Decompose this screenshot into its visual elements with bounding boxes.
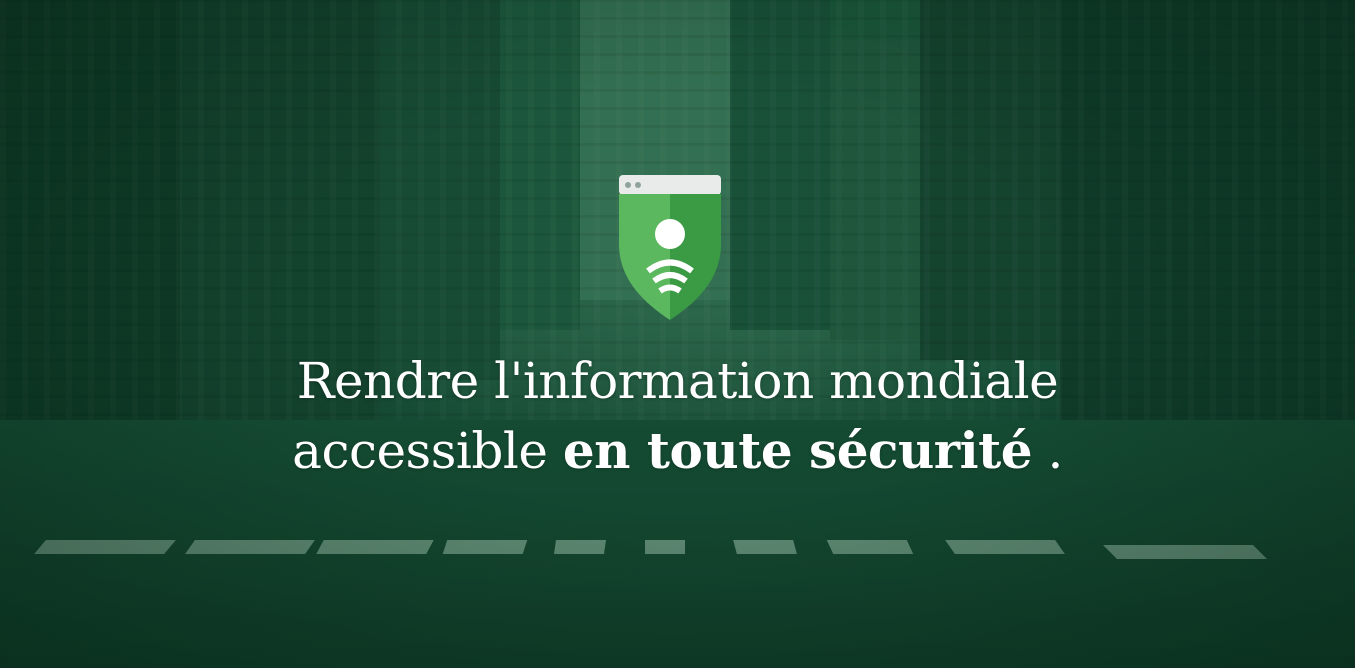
headline-line-2-suffix: . [1047,422,1063,480]
safe-browsing-shield-icon [619,175,721,320]
headline-line-2: accessible en toute sécurité . [0,416,1355,486]
hero-section: Rendre l'information mondiale accessible… [0,0,1355,668]
headline-line-2-prefix: accessible [292,422,548,480]
headline-line-1: Rendre l'information mondiale [296,352,1059,410]
headline-emphasis: en toute sécurité [562,421,1033,480]
hero-headline: Rendre l'information mondiale accessible… [0,346,1355,486]
city-street-background [0,0,1355,668]
